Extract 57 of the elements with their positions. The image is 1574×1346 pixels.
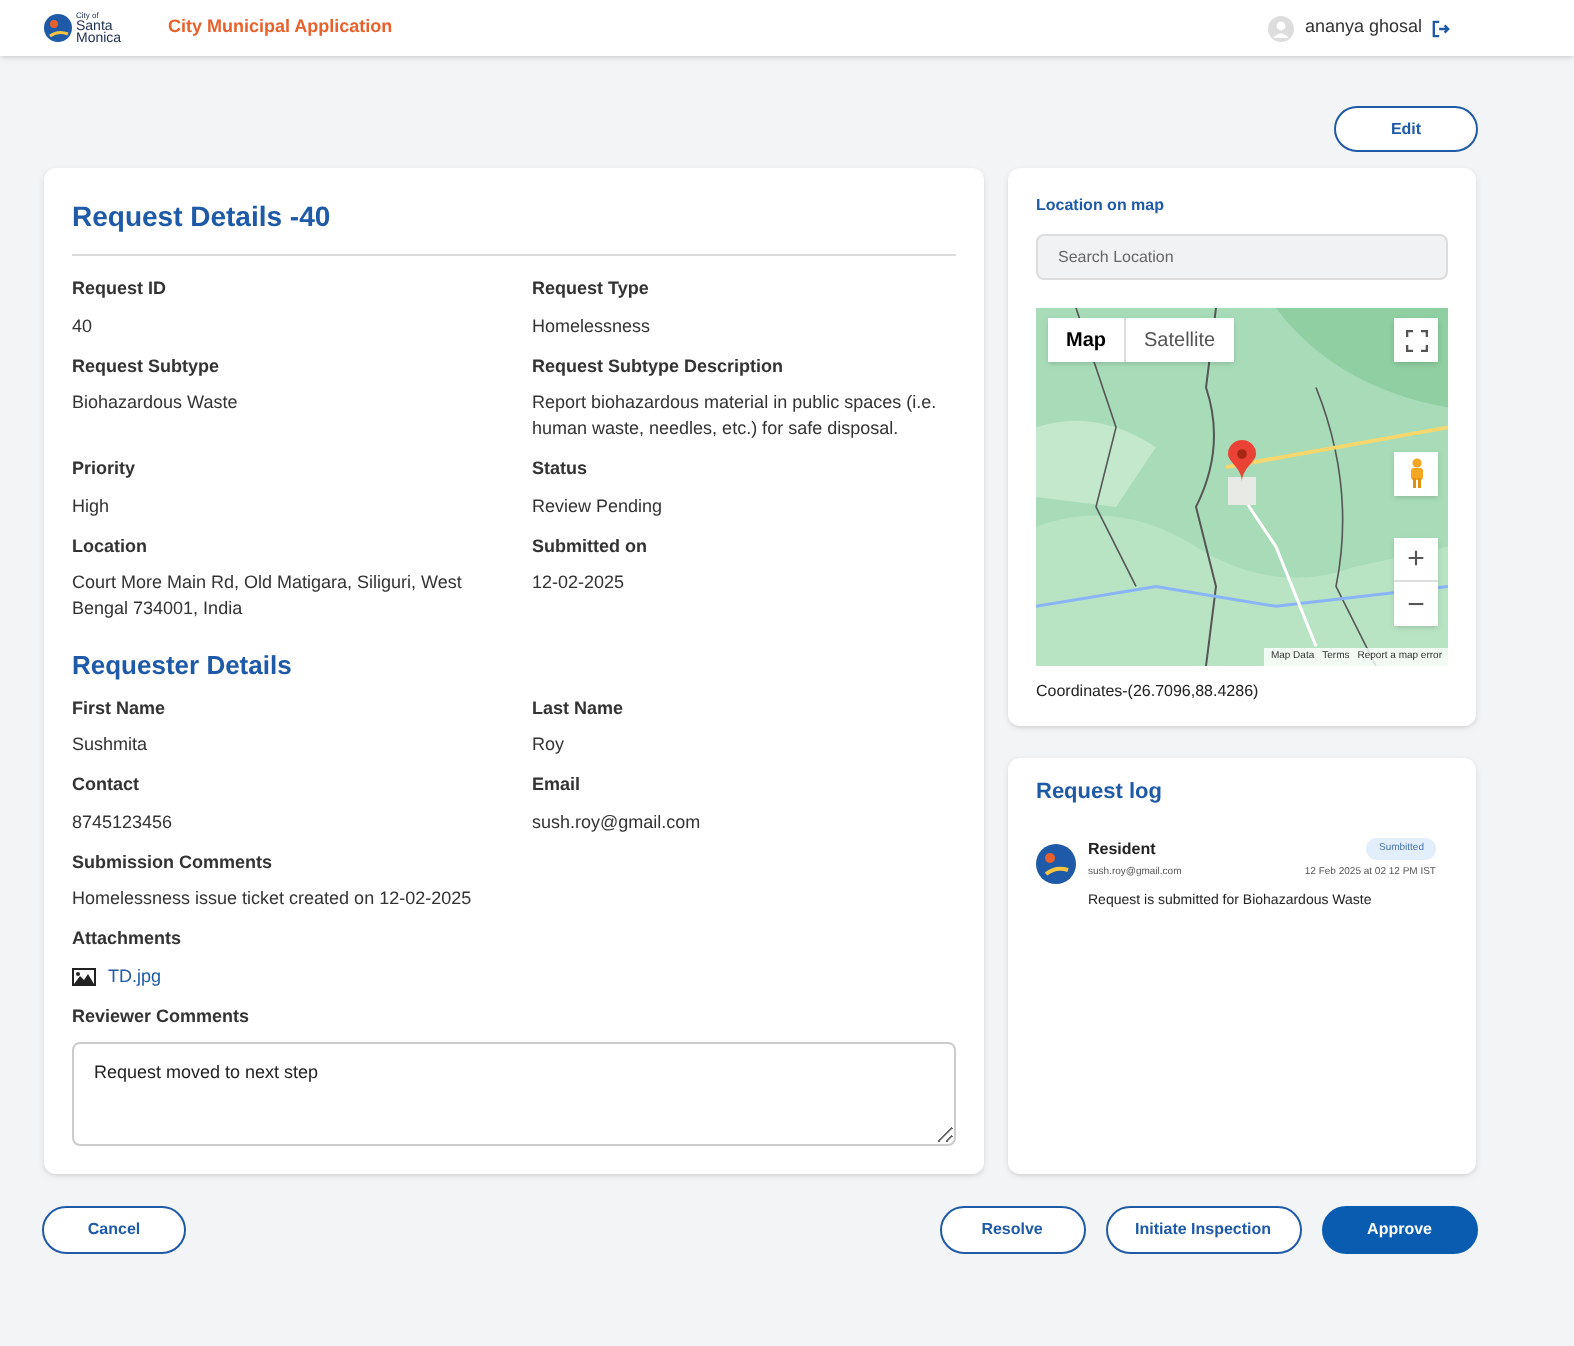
- logout-icon[interactable]: [1432, 19, 1450, 37]
- logo-icon: [44, 14, 72, 42]
- field-label: Reviewer Comments: [72, 1004, 252, 1030]
- field-label: Last Name: [532, 695, 626, 721]
- section-title: Request log: [1036, 778, 1164, 808]
- search-field[interactable]: Search Location: [1036, 234, 1448, 280]
- user-name: ananya ghosal: [1304, 14, 1422, 41]
- field-value: Biohazardous Waste: [72, 390, 240, 416]
- field-label: Submitted on: [532, 533, 649, 559]
- field-value: 12-02-2025: [532, 570, 627, 596]
- field-label: Request Subtype Description: [532, 353, 786, 380]
- field-label: Submission Comments: [72, 849, 275, 875]
- field-value: Review Pending: [532, 493, 665, 519]
- field-label: Request Subtype: [72, 353, 222, 380]
- action-button[interactable]: Approve: [1321, 1206, 1478, 1254]
- map-type-tab[interactable]: Satellite: [1126, 318, 1234, 362]
- field-value: Report biohazardous material in public spaces (i.e. human waste, needles, etc.) for safe disposal.: [532, 390, 939, 442]
- log-author: Resident: [1088, 837, 1156, 861]
- section-title: Requester Details: [72, 648, 294, 684]
- field-label: Contact: [72, 772, 141, 798]
- field-value: Homelessness: [532, 313, 653, 339]
- field-label: Request ID: [72, 276, 169, 302]
- field-value: Court More Main Rd, Old Matigara, Siliguri, West Bengal 734001, India: [72, 570, 464, 622]
- action-button[interactable]: Resolve: [939, 1206, 1086, 1254]
- field-value: Sushmita: [72, 732, 150, 758]
- field-label: Status: [532, 456, 590, 482]
- comment-field[interactable]: Request moved to next step: [72, 1041, 956, 1145]
- field-value: sush.roy@gmail.com: [532, 809, 703, 835]
- field-value: 40: [72, 313, 95, 339]
- person-icon: [1407, 458, 1425, 490]
- zoom-in-button[interactable]: +: [1394, 538, 1438, 582]
- field-label: Location: [72, 533, 149, 559]
- field-value: Roy: [532, 732, 567, 758]
- zoom-out-button[interactable]: −: [1394, 582, 1438, 626]
- field-label: Priority: [72, 456, 138, 482]
- fullscreen-button[interactable]: [1394, 318, 1438, 362]
- image-icon: [72, 967, 96, 986]
- map-pin-icon: [1228, 440, 1256, 482]
- field-label: First Name: [72, 695, 168, 721]
- section-title: Location on map: [1036, 194, 1166, 218]
- fullscreen-icon: [1405, 329, 1427, 351]
- field-label: Request Type: [532, 276, 651, 302]
- map-type-tab[interactable]: Map: [1048, 318, 1126, 362]
- street-view-button[interactable]: [1394, 452, 1438, 496]
- attachment-link[interactable]: TD.jpg: [108, 963, 162, 990]
- field-value: 8745123456: [72, 809, 175, 835]
- cancel-button[interactable]: Cancel: [42, 1206, 186, 1254]
- field-label: Attachments: [72, 926, 184, 952]
- action-button[interactable]: Initiate Inspection: [1105, 1206, 1302, 1254]
- avatar-icon: [1036, 843, 1076, 883]
- edit-button[interactable]: Edit: [1334, 106, 1478, 152]
- field-label: Email: [532, 772, 583, 798]
- field-value: Homelessness issue ticket created on 12-02-2025: [72, 886, 474, 912]
- app-title: City Municipal Application: [168, 14, 393, 41]
- coordinates-text: Coordinates-(26.7096,88.4286): [1036, 680, 1261, 704]
- field-value: High: [72, 493, 112, 519]
- section-title: Request Details -40: [72, 198, 333, 236]
